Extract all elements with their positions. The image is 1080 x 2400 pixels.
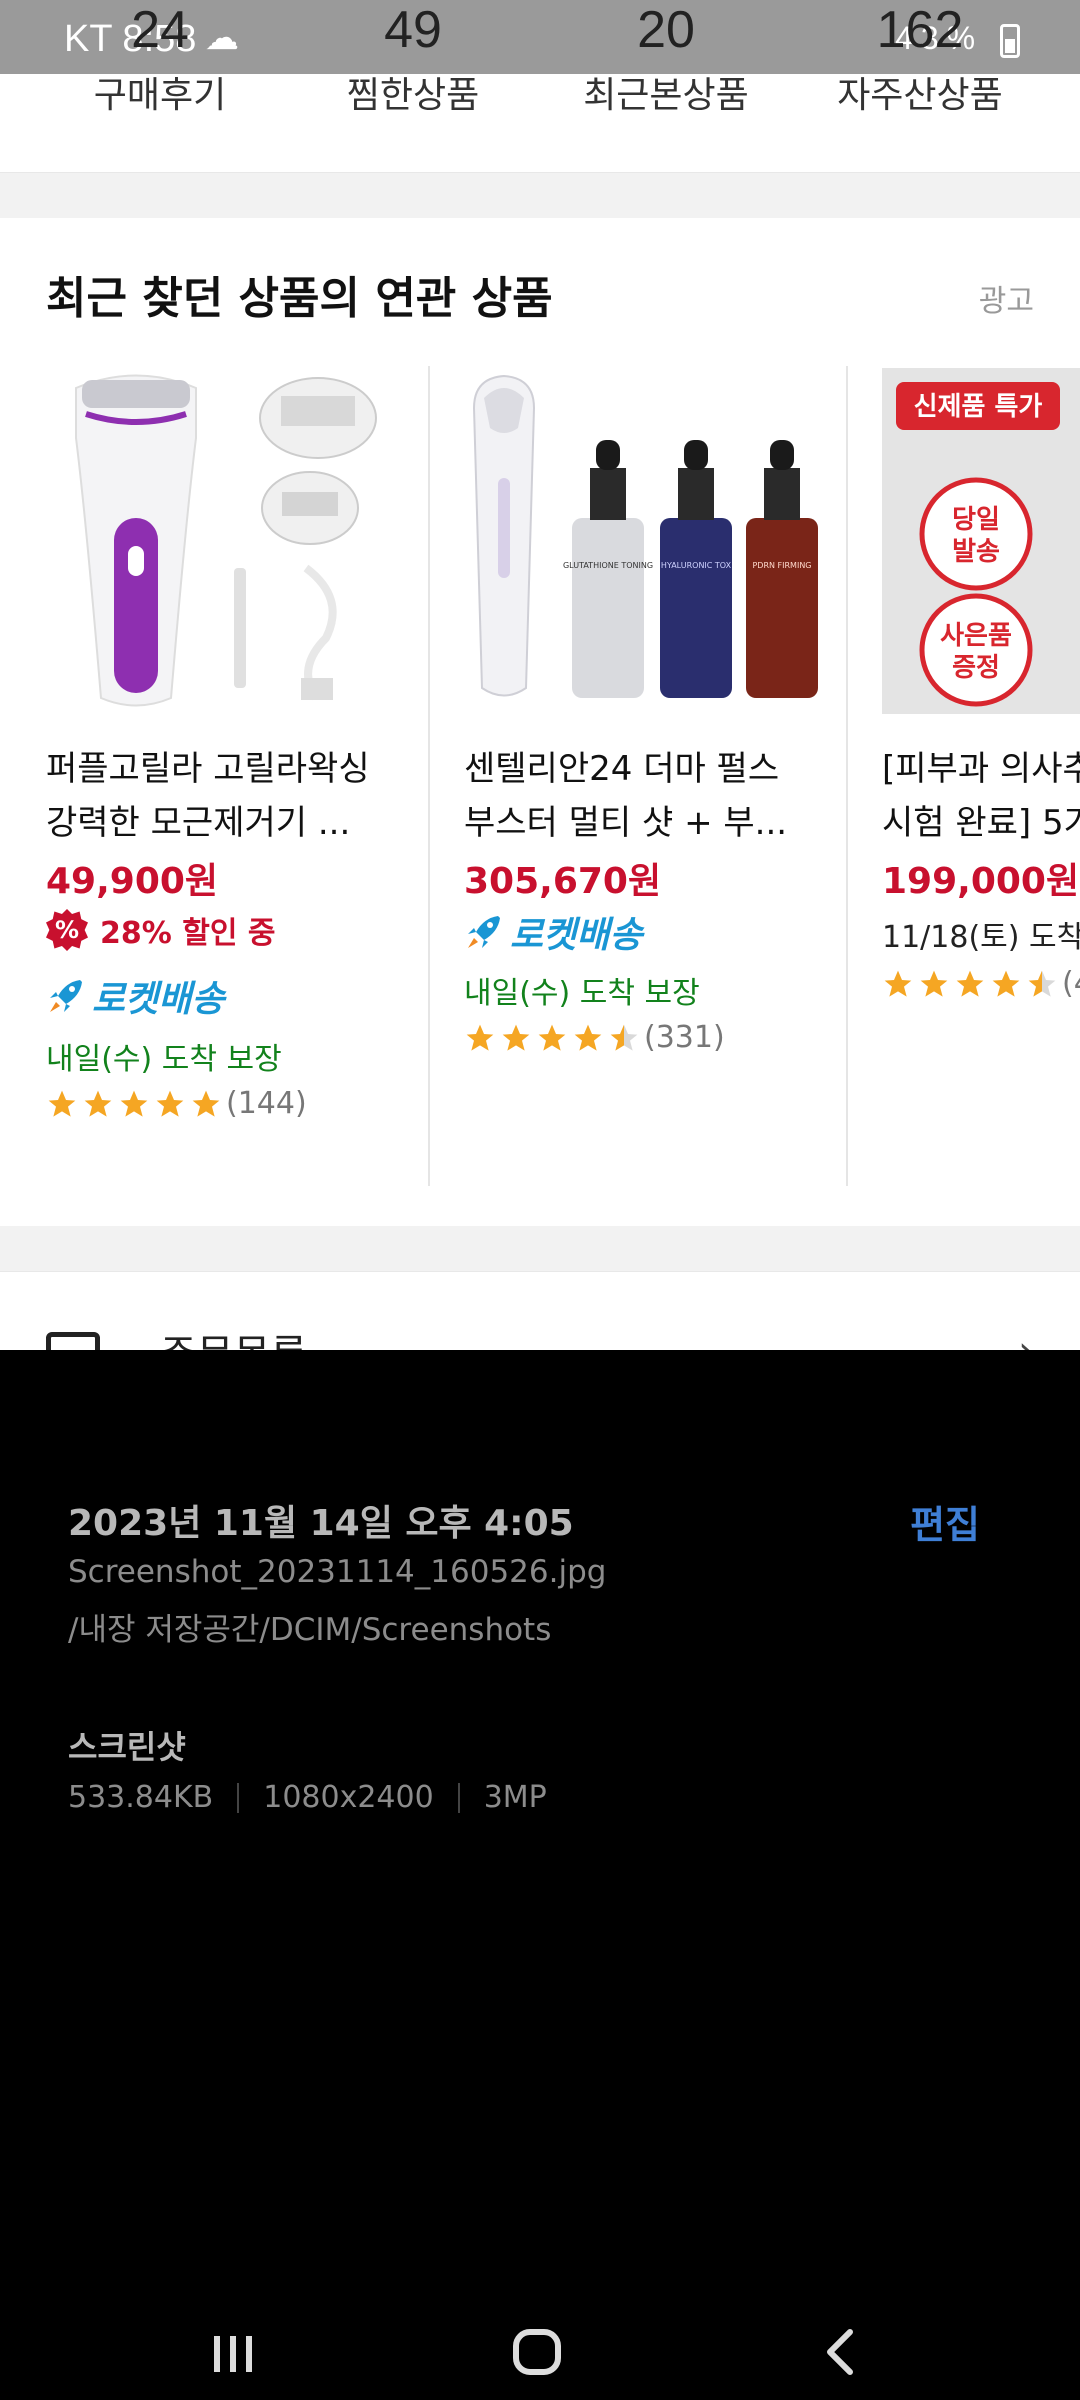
product-name-line1: 퍼플고릴라 고릴라왁싱 (46, 749, 370, 789)
file-path: /내장 저장공간/DCIM/Screenshots (68, 1612, 552, 1648)
product-image[interactable] (46, 368, 406, 714)
star-icon (884, 970, 912, 997)
file-meta: 533.84KB 1080x2400 3MP (68, 1780, 547, 1815)
meta-divider (237, 1782, 240, 1813)
file-size: 533.84KB (68, 1780, 214, 1815)
rocket-icon (468, 916, 500, 948)
rating: (144) (46, 1086, 307, 1121)
ad-label: 광고 (978, 284, 1034, 319)
back-icon[interactable] (806, 2320, 876, 2380)
product-name-line1: 센텔리안24 더마 펄스 (464, 749, 780, 789)
edit-button[interactable]: 편집 (910, 1494, 980, 1549)
rocket-icon (50, 980, 82, 1012)
star-icon (956, 970, 984, 997)
navigation-bar (0, 2300, 1080, 2400)
star-icon (574, 1024, 602, 1051)
product-name[interactable]: 퍼플고릴라 고릴라왁싱 강력한 모근제거기 ... (46, 742, 426, 850)
section-divider (0, 1226, 1080, 1272)
product-price: 49,900원 (46, 861, 219, 902)
app-content: 구매후기 찜한상품 최근본상품 자주산상품 최근 찾던 상품의 연관 상품 광고 (0, 0, 1080, 1350)
discount-text: 28% 할인 중 (100, 916, 276, 951)
product-card[interactable]: GLUTATHIONE TONING HYALURONIC TOX PDRN F… (464, 366, 848, 1186)
home-icon[interactable] (502, 2320, 572, 2380)
promo-circle2-line2: 증정 (952, 653, 1000, 683)
arrival-guarantee: 내일(수) 도착 보장 (46, 1042, 282, 1077)
star-icon (192, 1090, 220, 1117)
capture-datetime: 2023년 11월 14일 오후 4:05 (68, 1503, 574, 1544)
section-divider (0, 172, 1080, 218)
star-icon (120, 1090, 148, 1117)
star-icon (48, 1090, 76, 1117)
file-name: Screenshot_20231114_160526.jpg (68, 1554, 607, 1590)
recent-apps-icon[interactable] (198, 2320, 268, 2380)
image-dimensions: 1080x2400 (263, 1780, 434, 1815)
star-icon (992, 970, 1020, 997)
product-name[interactable]: 센텔리안24 더마 펄스 부스터 멀티 샷 + 부... (464, 742, 844, 850)
discount-info: % 28% 할인 중 (46, 908, 276, 952)
image-details-panel: 2023년 11월 14일 오후 4:05 편집 Screenshot_2023… (0, 1350, 1080, 2300)
promo-tag: 신제품 특가 (914, 392, 1043, 422)
order-list-label: 주문목록 (160, 1322, 307, 1350)
product-name[interactable]: [피부과 의사추 시험 완료] 5가 (882, 742, 1080, 850)
bottle-label-1: GLUTATHIONE TONING (563, 561, 653, 570)
review-count: (331) (644, 1020, 725, 1055)
promo-circle1-line1: 당일 (952, 505, 1000, 535)
rocket-delivery-badge: 로켓배송 (46, 970, 224, 1022)
section-title: 최근 찾던 상품의 연관 상품 (46, 273, 553, 324)
related-products-carousel[interactable]: 퍼플고릴라 고릴라왁싱 강력한 모근제거기 ... 49,900원 % 28% … (0, 366, 1080, 1186)
discount-badge-icon: % (46, 909, 88, 951)
product-name-line2: 부스터 멀티 샷 + 부... (464, 803, 788, 843)
promo-circle2-line1: 사은품 (940, 621, 1012, 651)
product-image[interactable]: 신제품 특가 당일 발송 사은품 증정 (882, 368, 1080, 714)
chevron-right-icon: › (1018, 1328, 1034, 1350)
star-icon (538, 1024, 566, 1051)
star-icon (466, 1024, 494, 1051)
arrival-date: 11/18(토) 도착 (882, 920, 1080, 955)
star-icon (1028, 970, 1056, 997)
activity-labels: 구매후기 찜한상품 최근본상품 자주산상품 (0, 66, 1080, 126)
star-icon (920, 970, 948, 997)
count-reviews[interactable]: 24 (80, 0, 240, 60)
file-kind: 스크린샷 (68, 1728, 186, 1766)
rating: (4 (882, 966, 1080, 1001)
image-megapixels: 3MP (483, 1780, 547, 1815)
rocket-delivery-badge: 로켓배송 (464, 906, 642, 958)
product-name-line2: 시험 완료] 5가 (882, 803, 1080, 843)
product-name-line2: 강력한 모근제거기 ... (46, 803, 351, 843)
rocket-label: 로켓배송 (510, 915, 643, 956)
rating: (331) (464, 1020, 725, 1055)
product-name-line1: [피부과 의사추 (882, 749, 1080, 789)
product-price: 199,000원 (882, 861, 1080, 902)
bottle-label-2: HYALURONIC TOX (661, 561, 732, 570)
star-icon (610, 1024, 638, 1051)
order-list-icon (46, 1332, 100, 1350)
rocket-label: 로켓배송 (92, 979, 225, 1020)
count-recent[interactable]: 20 (586, 0, 746, 60)
star-icon (84, 1090, 112, 1117)
star-icon (502, 1024, 530, 1051)
product-price: 305,670원 (464, 861, 662, 902)
product-card[interactable]: 신제품 특가 당일 발송 사은품 증정 [피부과 의사추 시험 완료] 5가 1… (882, 366, 1080, 1186)
count-wishlist[interactable]: 49 (333, 0, 493, 60)
arrival-guarantee: 내일(수) 도착 보장 (464, 976, 700, 1011)
product-image[interactable]: GLUTATHIONE TONING HYALURONIC TOX PDRN F… (464, 368, 824, 714)
product-card[interactable]: 퍼플고릴라 고릴라왁싱 강력한 모근제거기 ... 49,900원 % 28% … (46, 366, 430, 1186)
order-list-row[interactable]: 주문목록 › (0, 1272, 1080, 1350)
promo-circle1-line2: 발송 (952, 537, 1000, 567)
count-frequent[interactable]: 162 (840, 0, 1000, 60)
star-icon (156, 1090, 184, 1117)
meta-divider (457, 1782, 460, 1813)
review-count: (144) (226, 1086, 307, 1121)
bottle-label-3: PDRN FIRMING (752, 561, 811, 570)
activity-counts: 24 49 20 162 (0, 0, 1080, 74)
review-count: (4 (1062, 966, 1080, 1001)
